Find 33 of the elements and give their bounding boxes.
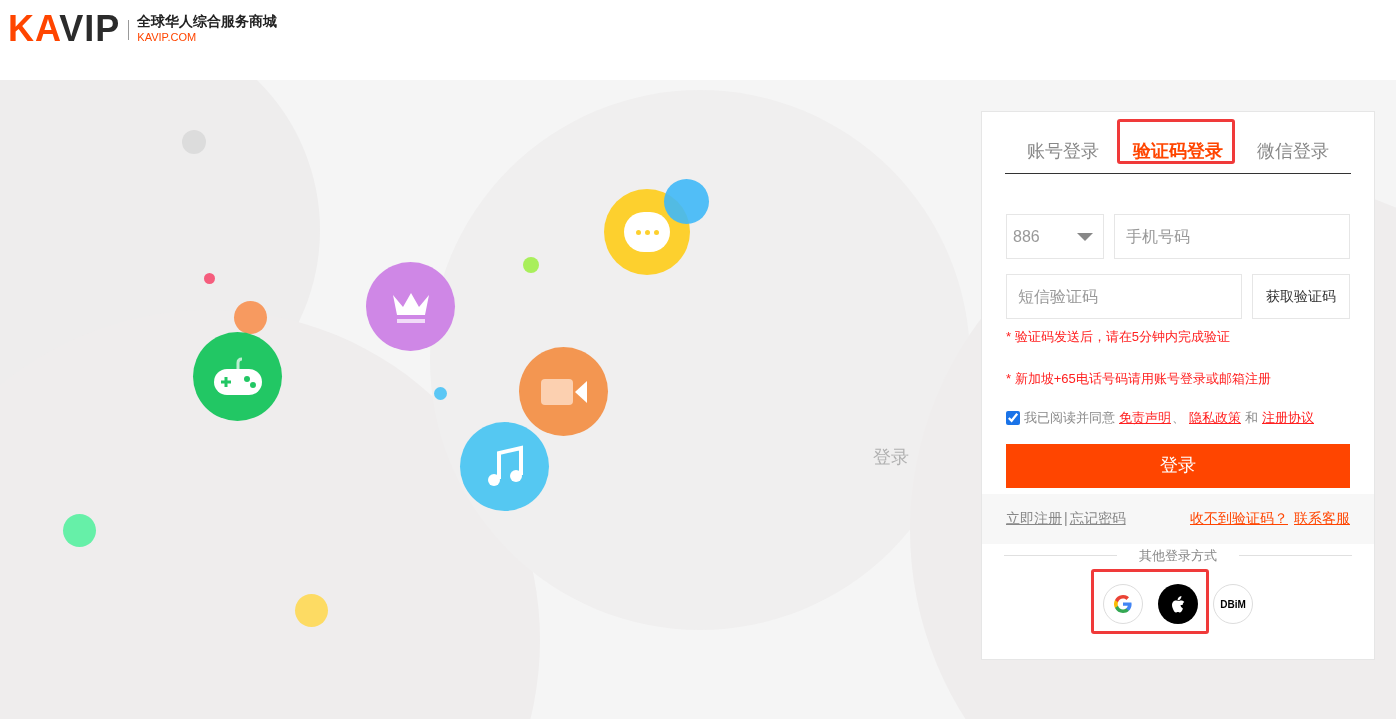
other-methods-label: 其他登录方式 [1139,546,1217,565]
agreement-checkbox[interactable] [1006,410,1020,425]
conjunction-text: 和 [1245,409,1258,427]
dbim-login-button[interactable]: DBiM [1213,584,1253,624]
google-icon [1114,595,1132,613]
logo[interactable]: KAVIP [8,12,121,46]
apple-login-button[interactable] [1158,584,1198,624]
ghost-label: 登录 [873,446,909,469]
phone-input-field[interactable]: 手机号码 [1114,214,1350,259]
notice-text: * 新加坡+65电话号码请用账号登录或邮箱注册 [1006,369,1272,388]
notice-text: * 验证码发送后，请在5分钟内完成验证 [1006,328,1231,346]
agreement-text: 我已阅读并同意 [1024,409,1115,427]
caret-icon [1077,232,1094,241]
slogan: 全球华人综合服务商城 [137,12,278,30]
get-code-button[interactable]: 获取验证码 [1251,274,1350,319]
divider-text: | [1064,509,1068,528]
sms-code-input-field[interactable]: 短信验证码 [1006,274,1242,319]
separator-text: 、 [1172,409,1185,427]
agreement-link[interactable]: 注册协议 [1262,408,1314,428]
login-button[interactable]: 登录 [1006,443,1350,488]
agreement-link[interactable]: 隐私政策 [1189,408,1241,428]
country-code-select[interactable]: 886 [1006,214,1105,259]
footer-link[interactable]: 忘记密码 [1069,508,1126,529]
tab[interactable]: 账号登录 [1005,130,1121,173]
google-login-button[interactable] [1103,584,1143,624]
tab[interactable]: 验证码登录 [1120,130,1236,173]
footer-link[interactable]: 立即注册 [1006,508,1062,529]
tab[interactable]: 微信登录 [1235,130,1351,173]
footer-link[interactable]: 收不到验证码？ [1190,508,1288,529]
domain-label: KAVIP.COM [137,30,198,44]
apple-icon [1171,595,1185,613]
footer-link[interactable]: 联系客服 [1294,508,1350,529]
agreement-link[interactable]: 免责声明 [1119,408,1171,428]
